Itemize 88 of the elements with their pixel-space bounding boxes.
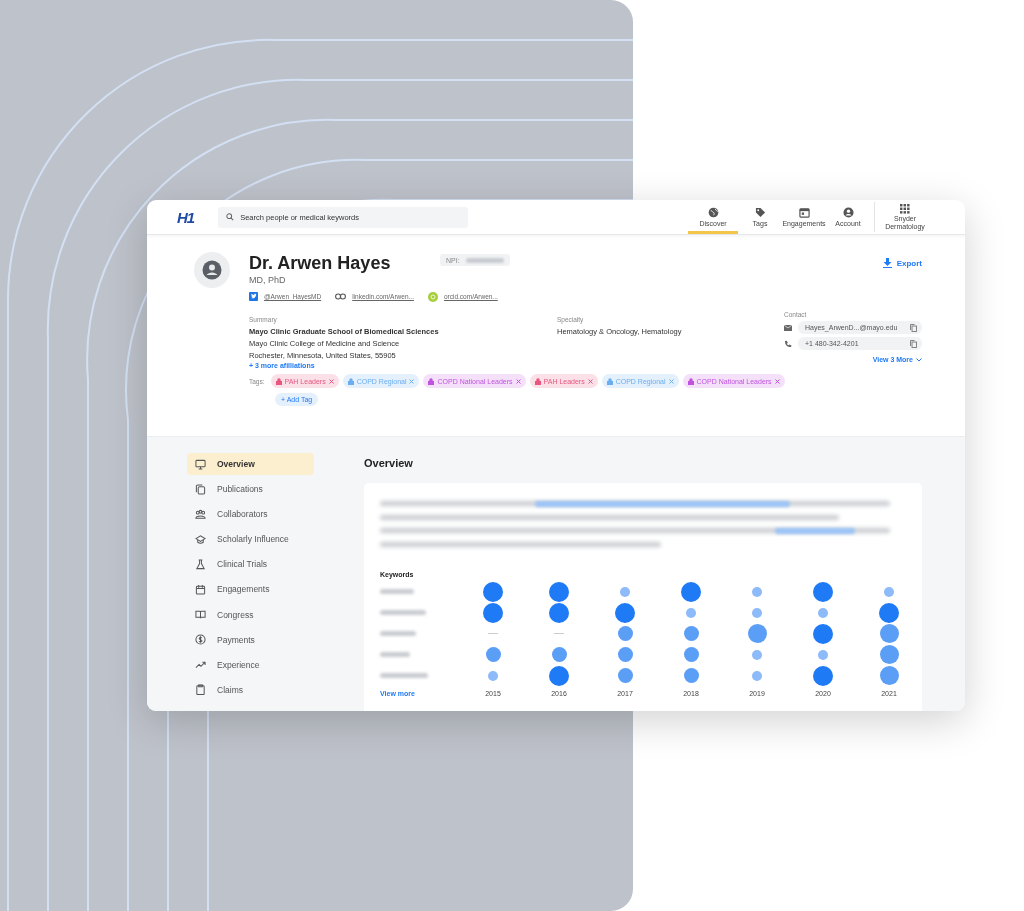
- graduation-cap-icon: [195, 533, 206, 545]
- bubble: [551, 647, 567, 662]
- bubble: [615, 602, 635, 623]
- bubble: [686, 607, 696, 618]
- flask-icon: [195, 558, 206, 570]
- sidebar-item[interactable]: Publications: [187, 478, 314, 501]
- account-icon: [842, 207, 854, 218]
- people-icon: [195, 508, 206, 520]
- chevron-down-icon: [916, 357, 922, 362]
- bird-icon: [249, 292, 258, 301]
- bubble: [683, 668, 699, 683]
- monitor-icon: [195, 458, 206, 470]
- bubble: [747, 624, 767, 643]
- blurred-text: [380, 673, 428, 678]
- calendar-icon: [798, 207, 810, 218]
- bubble: [884, 586, 894, 597]
- documents-icon: [195, 483, 206, 495]
- blurred-text: [380, 652, 410, 657]
- bubble: [617, 626, 633, 641]
- tag-icon: [754, 207, 766, 218]
- calendar-icon: [195, 583, 206, 595]
- close-icon[interactable]: [774, 378, 780, 384]
- bubble: [818, 649, 828, 660]
- trend-icon: [195, 659, 206, 671]
- close-icon[interactable]: [587, 378, 593, 384]
- blurred-text: [380, 589, 414, 594]
- sidebar-item[interactable]: Overview: [187, 453, 314, 475]
- export-link[interactable]: Export: [882, 258, 922, 268]
- bubble: [752, 586, 762, 597]
- clipboard-icon: [195, 684, 206, 696]
- blurred-text: [380, 610, 426, 615]
- close-icon[interactable]: [668, 378, 674, 384]
- globe-icon: [707, 207, 719, 218]
- doctor-name: Dr. Arwen Hayes: [249, 252, 392, 274]
- bubble: [813, 665, 833, 686]
- close-icon[interactable]: [409, 378, 415, 384]
- bubble: [617, 668, 633, 683]
- bubble: [752, 670, 762, 681]
- sidebar-item[interactable]: Claims: [187, 678, 314, 701]
- bubble: [813, 623, 833, 644]
- sidebar-item[interactable]: Scholarly Influence: [187, 528, 314, 551]
- link-icon: [335, 293, 347, 300]
- bubble: [549, 665, 569, 686]
- grid-icon: [900, 204, 910, 215]
- bubble: [483, 581, 503, 602]
- person-icon: [202, 260, 222, 280]
- phone-icon: [784, 339, 792, 348]
- blurred-text: [380, 631, 416, 636]
- close-icon[interactable]: [328, 378, 334, 384]
- search-icon: [226, 213, 235, 221]
- bubble: [879, 624, 899, 643]
- download-icon: [882, 258, 892, 268]
- bubble: [620, 586, 630, 597]
- copy-icon[interactable]: [910, 323, 917, 332]
- bubble: [549, 602, 569, 623]
- bubble: [681, 581, 701, 602]
- bubble: [488, 670, 498, 681]
- blurred-text: [465, 257, 504, 263]
- bubble: [485, 647, 501, 662]
- bubble: [752, 607, 762, 618]
- envelope-icon: [784, 324, 792, 331]
- close-icon[interactable]: [515, 378, 521, 384]
- bubble: [879, 645, 899, 664]
- degrees: MD, PhD: [249, 275, 287, 285]
- book-icon: [195, 609, 206, 621]
- sidebar-item[interactable]: Engagements: [187, 578, 314, 601]
- dollar-icon: [195, 634, 206, 646]
- logo[interactable]: H1: [177, 208, 195, 226]
- dash-mark: [554, 633, 564, 634]
- dash-mark: [488, 633, 498, 634]
- sidebar-item[interactable]: Payments: [187, 628, 314, 651]
- bubble: [813, 581, 833, 602]
- bubble: [483, 602, 503, 623]
- sidebar-item[interactable]: Clinical Trials: [187, 553, 314, 576]
- copy-icon[interactable]: [910, 339, 917, 348]
- badge-icon: [427, 291, 438, 302]
- bubble: [683, 626, 699, 641]
- bubble: [879, 666, 899, 685]
- bubble: [818, 607, 828, 618]
- bubble: [549, 581, 569, 602]
- bubble: [683, 647, 699, 662]
- bubble: [752, 649, 762, 660]
- section-title: Overview: [364, 457, 414, 469]
- bubble: [879, 602, 899, 623]
- sidebar-item[interactable]: Collaborators: [187, 503, 314, 526]
- bubble: [617, 647, 633, 662]
- sidebar-item[interactable]: Experience: [187, 653, 314, 676]
- sidebar-item[interactable]: Congress: [187, 603, 314, 626]
